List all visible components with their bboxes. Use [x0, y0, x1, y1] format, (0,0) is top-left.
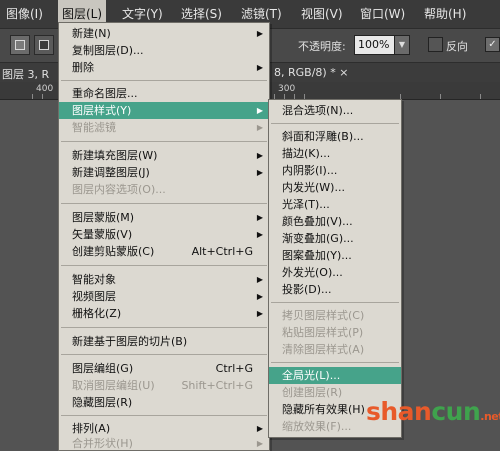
menu-separator	[271, 362, 399, 363]
menu-image[interactable]: 图像(I)	[2, 0, 47, 28]
submenu-arrow-icon: ▶	[256, 439, 263, 448]
opacity-input[interactable]: 100%	[354, 35, 395, 55]
tool-mode-icon[interactable]	[10, 35, 30, 55]
menu-separator	[61, 415, 267, 416]
submenu-arrow-icon: ▶	[256, 168, 263, 177]
document-tab-title-rest[interactable]: 8, RGB/8) * ×	[274, 66, 348, 79]
menu-separator	[61, 354, 267, 355]
menu-separator	[61, 327, 267, 328]
menu-item-group-layers[interactable]: 图层编组(G) Ctrl+G	[59, 360, 269, 377]
menu-item-hide-layers[interactable]: 隐藏图层(R)	[59, 394, 269, 411]
menu-item-delete[interactable]: 删除 ▶	[59, 59, 269, 76]
menu-item-vector-mask[interactable]: 矢量蒙版(V) ▶	[59, 226, 269, 243]
layer-style-submenu: 混合选项(N)... 斜面和浮雕(B)... 描边(K)... 内阴影(I)..…	[268, 99, 402, 438]
menu-item-drop-shadow[interactable]: 投影(D)...	[269, 281, 401, 298]
menu-item-new-layer-based-slice[interactable]: 新建基于图层的切片(B)	[59, 333, 269, 350]
menu-item-create-clipping-mask[interactable]: 创建剪贴蒙版(C) Alt+Ctrl+G	[59, 243, 269, 260]
document-tab-title[interactable]: 图层 3, R	[2, 66, 49, 82]
menu-item-new-fill-layer[interactable]: 新建填充图层(W) ▶	[59, 147, 269, 164]
submenu-arrow-icon: ▶	[256, 213, 263, 222]
menu-separator	[61, 141, 267, 142]
reverse-label: 反向	[446, 40, 468, 53]
menu-item-pattern-overlay[interactable]: 图案叠加(Y)...	[269, 247, 401, 264]
submenu-arrow-icon: ▶	[256, 424, 263, 433]
menu-item-outer-glow[interactable]: 外发光(O)...	[269, 264, 401, 281]
menu-item-smart-object[interactable]: 智能对象 ▶	[59, 271, 269, 288]
menu-item-layer-mask[interactable]: 图层蒙版(M) ▶	[59, 209, 269, 226]
menu-item-copy-layer-style[interactable]: 拷贝图层样式(C)	[269, 307, 401, 324]
opacity-label: 不透明度:	[298, 40, 346, 53]
menu-item-blending-options[interactable]: 混合选项(N)...	[269, 102, 401, 119]
ruler-label: 400	[36, 84, 54, 94]
menu-item-duplicate-layer[interactable]: 复制图层(D)...	[59, 42, 269, 59]
menu-item-video-layers[interactable]: 视频图层 ▶	[59, 288, 269, 305]
menu-item-paste-layer-style[interactable]: 粘贴图层样式(P)	[269, 324, 401, 341]
menu-separator	[61, 203, 267, 204]
submenu-arrow-icon: ▶	[256, 29, 263, 38]
menu-item-color-overlay[interactable]: 颜色叠加(V)...	[269, 213, 401, 230]
menu-item-bevel-emboss[interactable]: 斜面和浮雕(B)...	[269, 128, 401, 145]
submenu-arrow-icon: ▶	[256, 230, 263, 239]
submenu-arrow-icon: ▶	[256, 123, 263, 132]
menu-window[interactable]: 窗口(W)	[356, 0, 409, 28]
menu-item-rename-layer[interactable]: 重命名图层...	[59, 85, 269, 102]
menu-item-smart-filter[interactable]: 智能滤镜 ▶	[59, 119, 269, 136]
menu-help[interactable]: 帮助(H)	[420, 0, 470, 28]
ruler-label: 300	[278, 84, 296, 94]
menu-item-clear-layer-style[interactable]: 清除图层样式(A)	[269, 341, 401, 358]
menu-item-stroke[interactable]: 描边(K)...	[269, 145, 401, 162]
menu-item-layer-style[interactable]: 图层样式(Y) ▶	[59, 102, 269, 119]
menu-item-rasterize[interactable]: 栅格化(Z) ▶	[59, 305, 269, 322]
menu-item-combine-shapes[interactable]: 合并形状(H) ▶	[59, 437, 269, 450]
menu-separator	[61, 265, 267, 266]
menu-item-satin[interactable]: 光泽(T)...	[269, 196, 401, 213]
menu-item-inner-shadow[interactable]: 内阴影(I)...	[269, 162, 401, 179]
menu-item-new-adjustment-layer[interactable]: 新建调整图层(J) ▶	[59, 164, 269, 181]
menu-item-global-light[interactable]: 全局光(L)...	[269, 367, 401, 384]
opacity-dropdown-icon[interactable]: ▼	[394, 35, 410, 55]
submenu-arrow-icon: ▶	[256, 309, 263, 318]
menu-item-new[interactable]: 新建(N) ▶	[59, 25, 269, 42]
layer-menu: 新建(N) ▶ 复制图层(D)... 删除 ▶ 重命名图层... 图层样式(Y) ▶ …	[58, 22, 270, 451]
menu-separator	[271, 302, 399, 303]
submenu-arrow-icon: ▶	[256, 275, 263, 284]
submenu-arrow-icon: ▶	[256, 292, 263, 301]
menu-separator	[271, 123, 399, 124]
menu-item-arrange[interactable]: 排列(A) ▶	[59, 420, 269, 437]
submenu-arrow-icon: ▶	[256, 106, 263, 115]
checkmark-icon[interactable]: ✓	[485, 37, 500, 52]
menu-item-gradient-overlay[interactable]: 渐变叠加(G)...	[269, 230, 401, 247]
menu-item-ungroup-layers[interactable]: 取消图层编组(U) Shift+Ctrl+G	[59, 377, 269, 394]
reverse-checkbox[interactable]	[428, 37, 443, 52]
menu-separator	[61, 80, 267, 81]
menu-item-layer-content-options[interactable]: 图层内容选项(O)...	[59, 181, 269, 198]
submenu-arrow-icon: ▶	[256, 151, 263, 160]
menu-view[interactable]: 视图(V)	[297, 0, 347, 28]
tool-mode-icon[interactable]	[34, 35, 54, 55]
menu-item-inner-glow[interactable]: 内发光(W)...	[269, 179, 401, 196]
watermark-logo: shancun.net	[366, 397, 500, 426]
submenu-arrow-icon: ▶	[256, 63, 263, 72]
